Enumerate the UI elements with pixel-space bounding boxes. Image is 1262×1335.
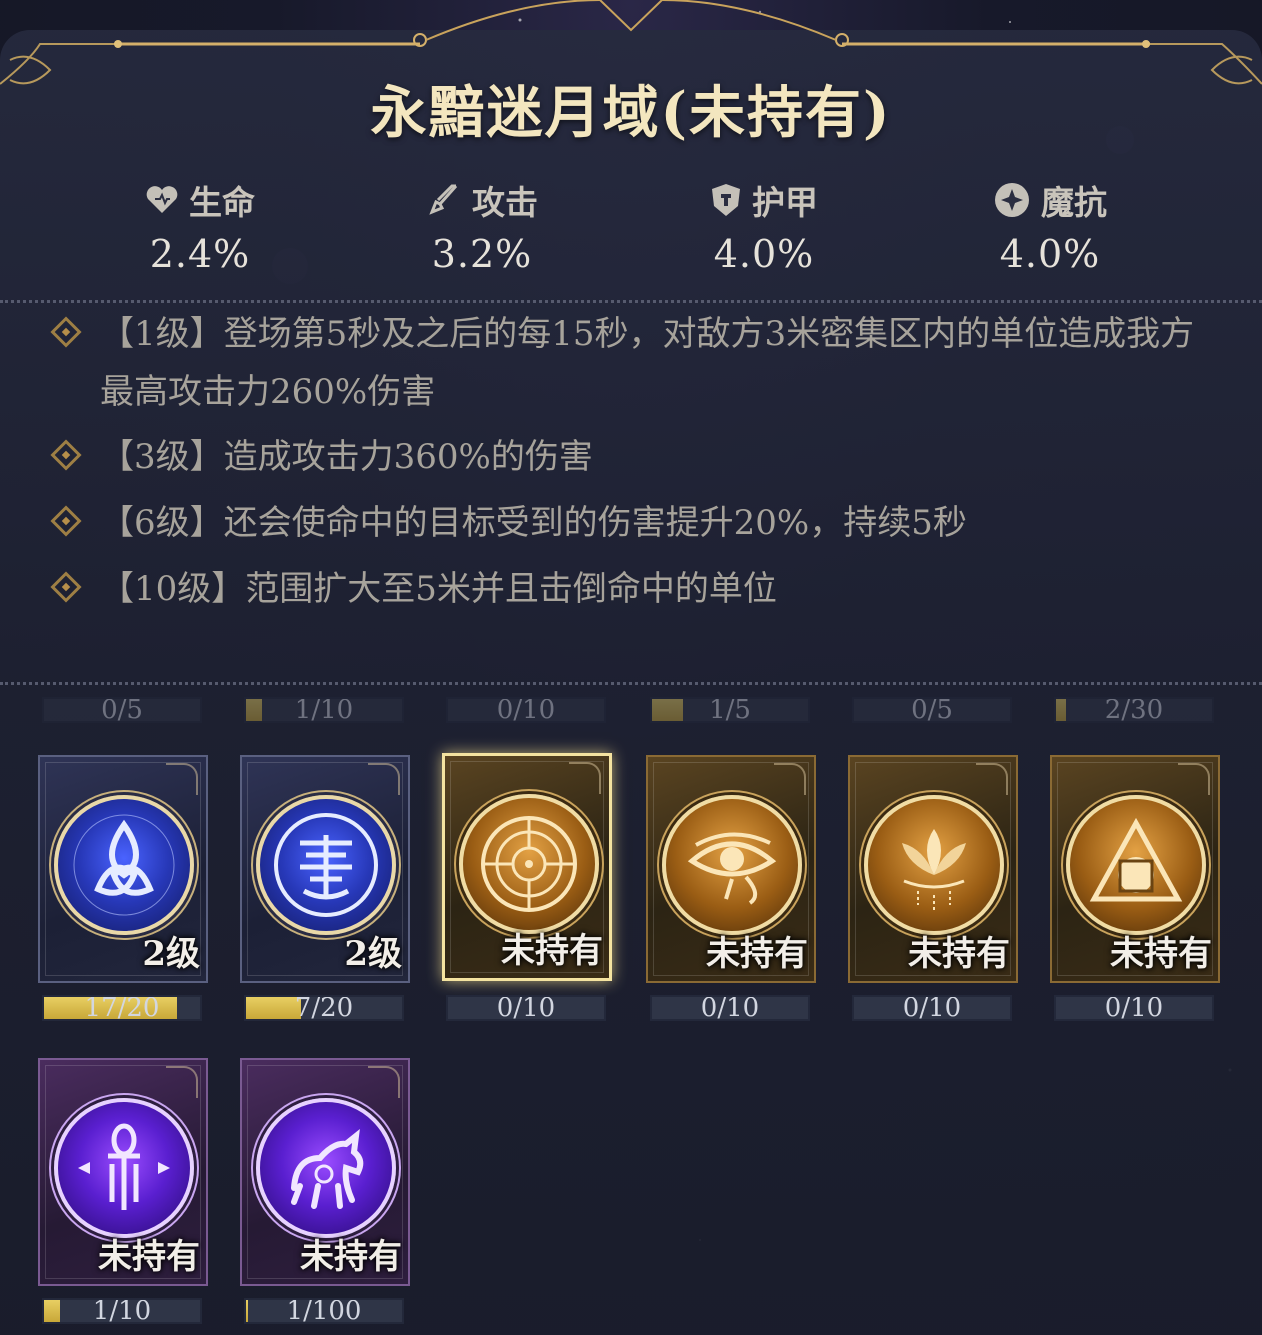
card-status: 未持有 bbox=[706, 934, 808, 974]
collection-progress-bar: 1/5 bbox=[650, 697, 810, 723]
triangle-circle-icon bbox=[1066, 795, 1206, 935]
stat-hp-value: 2.4% bbox=[149, 232, 251, 276]
relic-card[interactable]: 未持有 bbox=[848, 755, 1018, 983]
progress-text: 0/10 bbox=[1104, 995, 1164, 1021]
progress-text: 0/5 bbox=[101, 697, 143, 723]
stat-magic-resist-label: 魔抗 bbox=[1041, 183, 1107, 222]
diamond-bullet-icon bbox=[50, 571, 82, 603]
card-progress-bar: 0/10 bbox=[650, 995, 810, 1021]
stat-attack: 攻击 3.2% bbox=[382, 178, 582, 276]
progress-text: 0/10 bbox=[700, 995, 760, 1021]
shou-symbol-icon bbox=[256, 795, 396, 935]
page-title: 永黯迷月域(未持有) bbox=[370, 80, 892, 146]
card-status: 未持有 bbox=[98, 1237, 200, 1277]
horse-icon bbox=[256, 1098, 396, 1238]
diamond-bullet-icon bbox=[50, 505, 82, 537]
magic-resist-icon bbox=[995, 183, 1029, 217]
effect-text: 【6级】还会使命中的目标受到的伤害提升20%，持续5秒 bbox=[100, 503, 967, 543]
relic-card-selected[interactable]: 未持有 bbox=[442, 753, 612, 981]
progress-text: 17/20 bbox=[84, 995, 160, 1021]
stat-magic-resist-value: 4.0% bbox=[999, 232, 1101, 276]
relic-card[interactable]: 未持有 bbox=[646, 755, 816, 983]
progress-text: 7/20 bbox=[294, 995, 354, 1021]
relic-card[interactable]: 未持有 bbox=[240, 1058, 410, 1286]
divider bbox=[0, 682, 1262, 685]
lotus-icon bbox=[864, 795, 1004, 935]
divider bbox=[0, 300, 1262, 303]
stat-attack-value: 3.2% bbox=[431, 232, 533, 276]
stat-armor-label: 护甲 bbox=[752, 183, 818, 222]
card-status: 未持有 bbox=[501, 931, 603, 971]
diamond-bullet-icon bbox=[50, 439, 82, 471]
progress-text: 0/5 bbox=[911, 697, 953, 723]
card-status: 2级 bbox=[344, 934, 402, 974]
stat-hp-label: 生命 bbox=[189, 183, 255, 222]
card-status: 2级 bbox=[142, 934, 200, 974]
progress-text: 1/100 bbox=[286, 1298, 362, 1324]
card-status: 未持有 bbox=[1110, 934, 1212, 974]
stat-magic-resist: 魔抗 4.0% bbox=[950, 178, 1150, 276]
collection-progress-bar: 0/10 bbox=[446, 697, 606, 723]
effect-item: 【3级】造成攻击力360%的伤害 bbox=[50, 428, 1225, 486]
progress-text: 2/30 bbox=[1104, 697, 1164, 723]
ankh-icon bbox=[54, 1098, 194, 1238]
effect-text: 【10级】范围扩大至5米并且击倒命中的单位 bbox=[100, 569, 777, 609]
effect-text: 【1级】登场第5秒及之后的每15秒，对敌方3米密集区内的单位造成我方最高攻击力2… bbox=[100, 314, 1195, 412]
relic-card[interactable]: 2级 bbox=[240, 755, 410, 983]
card-progress-bar: 1/10 bbox=[42, 1298, 202, 1324]
effect-item: 【10级】范围扩大至5米并且击倒命中的单位 bbox=[50, 560, 1225, 618]
card-status: 未持有 bbox=[908, 934, 1010, 974]
relic-card[interactable]: 2级 bbox=[38, 755, 208, 983]
wheel-icon bbox=[459, 794, 599, 934]
stat-attack-label: 攻击 bbox=[472, 183, 538, 222]
progress-text: 0/10 bbox=[496, 995, 556, 1021]
stat-armor-value: 4.0% bbox=[713, 232, 815, 276]
heart-icon bbox=[146, 186, 178, 213]
card-progress-bar: 0/10 bbox=[1054, 995, 1214, 1021]
relic-card[interactable]: 未持有 bbox=[38, 1058, 208, 1286]
stat-armor: 护甲 4.0% bbox=[664, 178, 864, 276]
card-progress-bar: 0/10 bbox=[852, 995, 1012, 1021]
card-progress-bar: 7/20 bbox=[244, 995, 404, 1021]
card-progress-bar: 1/100 bbox=[244, 1298, 404, 1324]
progress-text: 0/10 bbox=[496, 697, 556, 723]
progress-text: 1/10 bbox=[92, 1298, 152, 1324]
progress-text: 0/10 bbox=[902, 995, 962, 1021]
diamond-bullet-icon bbox=[50, 316, 82, 348]
triquetra-icon bbox=[54, 795, 194, 935]
effect-item: 【6级】还会使命中的目标受到的伤害提升20%，持续5秒 bbox=[50, 494, 1225, 552]
effect-item: 【1级】登场第5秒及之后的每15秒，对敌方3米密集区内的单位造成我方最高攻击力2… bbox=[50, 305, 1225, 421]
collection-progress-bar: 0/5 bbox=[852, 697, 1012, 723]
effect-text: 【3级】造成攻击力360%的伤害 bbox=[100, 437, 593, 477]
progress-text: 1/10 bbox=[294, 697, 354, 723]
relic-card[interactable]: 未持有 bbox=[1050, 755, 1220, 983]
collection-progress-bar: 2/30 bbox=[1054, 697, 1214, 723]
card-status: 未持有 bbox=[300, 1237, 402, 1277]
stat-hp: 生命 2.4% bbox=[100, 178, 300, 276]
collection-progress-bar: 1/10 bbox=[244, 697, 404, 723]
eye-of-horus-icon bbox=[662, 795, 802, 935]
collection-progress-bar: 0/5 bbox=[42, 697, 202, 723]
card-progress-bar: 0/10 bbox=[446, 995, 606, 1021]
card-progress-bar: 17/20 bbox=[42, 995, 202, 1021]
progress-text: 1/5 bbox=[709, 697, 751, 723]
shield-icon bbox=[712, 184, 740, 216]
sword-icon bbox=[429, 184, 458, 215]
